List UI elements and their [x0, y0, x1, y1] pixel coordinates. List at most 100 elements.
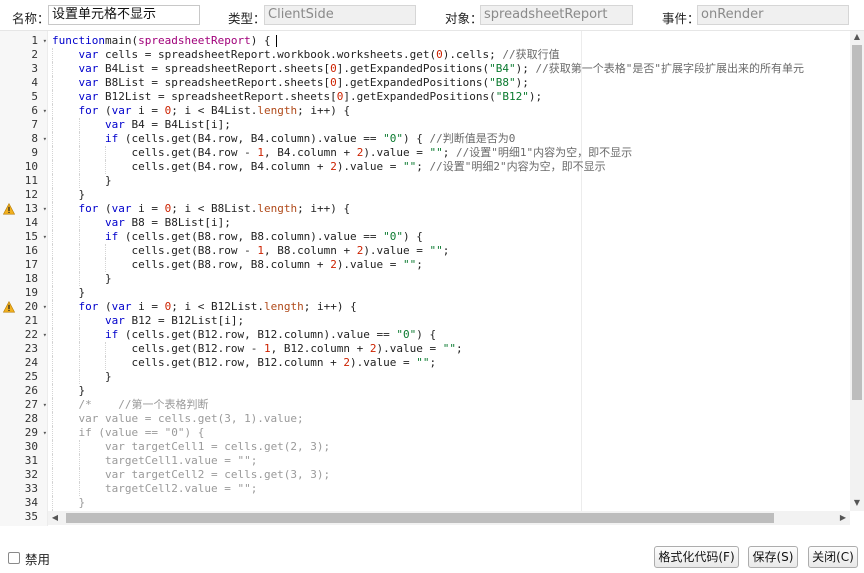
code-line[interactable]: 1 ▾ functionmain(spreadsheetReport) { [0, 34, 850, 48]
code-line[interactable]: 31 targetCell1.value = ""; [0, 454, 850, 468]
code-text[interactable]: } [79, 384, 86, 398]
code-text[interactable]: var B4 = B4List[i]; [105, 118, 231, 132]
code-text[interactable]: if (cells.get(B4.row, B4.column).value =… [105, 132, 515, 146]
code-line[interactable]: 4 var B8List = spreadsheetReport.sheets[0… [0, 76, 850, 90]
code-text[interactable]: var cells = spreadsheetReport.workbook.w… [79, 48, 560, 62]
fold-arrow-icon[interactable]: ▾ [43, 34, 47, 48]
code-text[interactable]: var value = cells.get(3, 1).value; [79, 412, 304, 426]
save-button[interactable]: 保存(S) [748, 546, 798, 568]
code-line[interactable]: 2 var cells = spreadsheetReport.workbook.… [0, 48, 850, 62]
code-lines[interactable]: 1 ▾ functionmain(spreadsheetReport) {2 var … [0, 34, 850, 524]
code-line[interactable]: 18} [0, 272, 850, 286]
code-text[interactable]: } [79, 496, 86, 510]
name-input[interactable]: 设置单元格不显示 [48, 5, 200, 25]
code-text[interactable]: var B12 = B12List[i]; [105, 314, 244, 328]
code-text[interactable]: cells.get(B8.row - 1, B8.column + 2).val… [132, 244, 450, 258]
code-text[interactable]: var B8 = B8List[i]; [105, 216, 231, 230]
code-line[interactable]: 29 ▾ if (value == "0") { [0, 426, 850, 440]
code-line[interactable]: 16 cells.get(B8.row - 1, B8.column + 2).v… [0, 244, 850, 258]
code-editor[interactable]: 1 ▾ functionmain(spreadsheetReport) {2 var … [0, 30, 864, 526]
code-text[interactable]: cells.get(B12.row - 1, B12.column + 2).v… [132, 342, 463, 356]
disable-checkbox[interactable] [8, 552, 20, 564]
fold-arrow-icon[interactable]: ▾ [43, 230, 47, 244]
code-line[interactable]: 9 cells.get(B4.row - 1, B4.column + 2).va… [0, 146, 850, 160]
code-line[interactable]: 34} [0, 496, 850, 510]
code-line[interactable]: 7 var B4 = B4List[i]; [0, 118, 850, 132]
indent-guide [78, 342, 80, 356]
fold-arrow-icon[interactable]: ▾ [43, 328, 47, 342]
code-text[interactable]: cells.get(B8.row, B8.column + 2).value =… [132, 258, 423, 272]
horizontal-scroll-thumb[interactable] [66, 513, 774, 523]
scroll-right-icon[interactable]: ▶ [836, 512, 850, 524]
code-line[interactable]: 33 targetCell2.value = ""; [0, 482, 850, 496]
code-text[interactable]: for (var i = 0; i < B4List.length; i++) … [79, 104, 351, 118]
code-text[interactable]: } [105, 272, 112, 286]
code-text[interactable]: functionmain(spreadsheetReport) { [52, 34, 271, 48]
scroll-left-icon[interactable]: ◀ [48, 512, 62, 524]
code-line[interactable]: 22 ▾ if (cells.get(B12.row, B12.column).va… [0, 328, 850, 342]
code-line[interactable]: 32 var targetCell2 = cells.get(3, 3); [0, 468, 850, 482]
code-line[interactable]: 27 ▾ /* //第一个表格判断 [0, 398, 850, 412]
code-line[interactable]: 19} [0, 286, 850, 300]
fold-arrow-icon[interactable]: ▾ [43, 202, 47, 216]
code-text[interactable]: var targetCell2 = cells.get(3, 3); [105, 468, 330, 482]
code-text[interactable]: /* //第一个表格判断 [79, 398, 209, 412]
code-line[interactable]: 25} [0, 370, 850, 384]
code-line[interactable]: 8 ▾ if (cells.get(B4.row, B4.column).value… [0, 132, 850, 146]
code-line[interactable]: 24 cells.get(B12.row, B12.column + 2).val… [0, 356, 850, 370]
code-line[interactable]: 20 ▾ for (var i = 0; i < B12List.length; i… [0, 300, 850, 314]
code-line[interactable]: 12} [0, 188, 850, 202]
code-token: ) { [250, 34, 271, 47]
code-text[interactable]: targetCell1.value = ""; [105, 454, 257, 468]
code-line[interactable]: 23 cells.get(B12.row - 1, B12.column + 2)… [0, 342, 850, 356]
code-line[interactable]: 15 ▾ if (cells.get(B8.row, B8.column).valu… [0, 230, 850, 244]
code-text[interactable]: for (var i = 0; i < B12List.length; i++)… [79, 300, 357, 314]
disable-toggle[interactable]: 禁用 [8, 551, 50, 567]
code-line[interactable]: 30 var targetCell1 = cells.get(2, 3); [0, 440, 850, 454]
code-line[interactable]: 26} [0, 384, 850, 398]
gutter-cell: 11 [0, 174, 48, 188]
fold-arrow-icon[interactable]: ▾ [43, 426, 47, 440]
fold-arrow-icon[interactable]: ▾ [43, 132, 47, 146]
code-text[interactable]: cells.get(B4.row - 1, B4.column + 2).val… [132, 146, 633, 160]
fold-arrow-icon[interactable]: ▾ [43, 104, 47, 118]
code-text[interactable]: cells.get(B4.row, B4.column + 2).value =… [132, 160, 606, 174]
code-text[interactable]: var B8List = spreadsheetReport.sheets[0]… [79, 76, 529, 90]
format-code-button[interactable]: 格式化代码(F) [654, 546, 739, 568]
warning-icon[interactable] [3, 203, 15, 215]
code-text[interactable]: } [105, 174, 112, 188]
code-text[interactable]: var B4List = spreadsheetReport.sheets[0]… [79, 62, 805, 76]
code-text[interactable]: if (cells.get(B12.row, B12.column).value… [105, 328, 436, 342]
close-button[interactable]: 关闭(C) [808, 546, 858, 568]
code-text[interactable]: } [79, 188, 86, 202]
line-number: 1 [31, 34, 38, 47]
code-text[interactable]: if (value == "0") { [79, 426, 205, 440]
code-line[interactable]: 3 var B4List = spreadsheetReport.sheets[0… [0, 62, 850, 76]
code-line[interactable]: 21 var B12 = B12List[i]; [0, 314, 850, 328]
code-text[interactable]: } [79, 286, 86, 300]
code-text[interactable]: for (var i = 0; i < B8List.length; i++) … [79, 202, 351, 216]
event-label: 事件： [662, 11, 700, 26]
code-text[interactable]: var targetCell1 = cells.get(2, 3); [105, 440, 330, 454]
code-text[interactable]: if (cells.get(B8.row, B8.column).value =… [105, 230, 423, 244]
code-line[interactable]: 6 ▾ for (var i = 0; i < B4List.length; i++… [0, 104, 850, 118]
code-line[interactable]: 14 var B8 = B8List[i]; [0, 216, 850, 230]
code-line[interactable]: 17 cells.get(B8.row, B8.column + 2).value… [0, 258, 850, 272]
code-text[interactable]: var B12List = spreadsheetReport.sheets[0… [79, 90, 543, 104]
fold-arrow-icon[interactable]: ▾ [43, 300, 47, 314]
code-line[interactable]: 13 ▾ for (var i = 0; i < B8List.length; i+… [0, 202, 850, 216]
scroll-down-icon[interactable]: ▼ [850, 497, 864, 509]
fold-arrow-icon[interactable]: ▾ [43, 398, 47, 412]
code-line[interactable]: 5 var B12List = spreadsheetReport.sheets[… [0, 90, 850, 104]
scroll-up-icon[interactable]: ▲ [850, 31, 864, 43]
warning-icon[interactable] [3, 301, 15, 313]
code-text[interactable]: cells.get(B12.row, B12.column + 2).value… [132, 356, 437, 370]
code-text[interactable]: } [105, 370, 112, 384]
vertical-scrollbar[interactable]: ▲ ▼ [850, 31, 864, 511]
horizontal-scrollbar[interactable]: ◀ ▶ [48, 511, 850, 525]
code-line[interactable]: 11} [0, 174, 850, 188]
vertical-scroll-thumb[interactable] [852, 45, 862, 400]
code-text[interactable]: targetCell2.value = ""; [105, 482, 257, 496]
code-line[interactable]: 10 cells.get(B4.row, B4.column + 2).value… [0, 160, 850, 174]
code-line[interactable]: 28 var value = cells.get(3, 1).value; [0, 412, 850, 426]
